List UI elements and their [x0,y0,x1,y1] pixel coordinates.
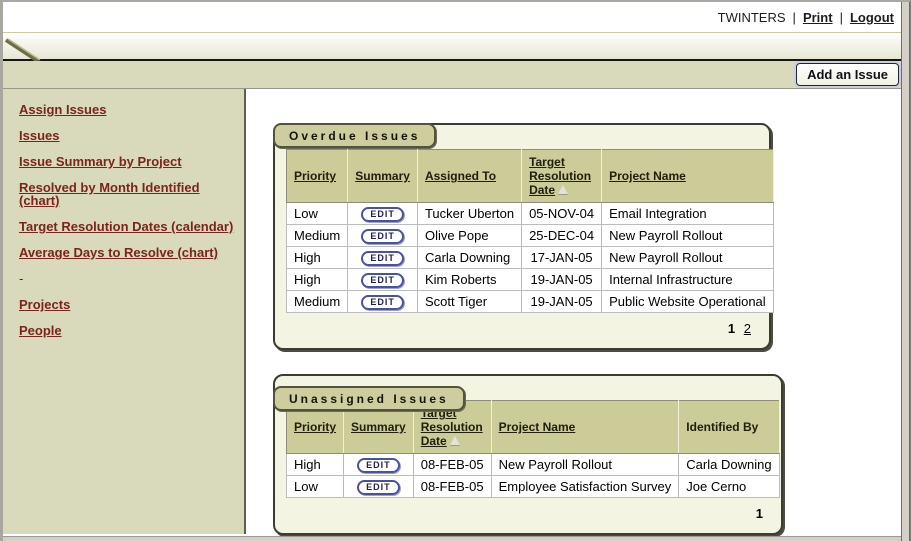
window-right-edge [901,2,910,541]
column-header-priority[interactable]: Priority [294,420,336,434]
table-row: Medium EDIT Scott Tiger 19-JAN-05 Public… [287,291,774,313]
target-date-cell: 25-DEC-04 [522,225,602,247]
logout-link[interactable]: Logout [850,10,894,25]
diagonal-decoration [3,33,63,61]
sidebar-item-projects[interactable]: Projects [19,298,236,311]
project-name-cell: New Payroll Rollout [491,454,679,476]
table-row: Low EDIT Tucker Uberton 05-NOV-04 Email … [287,203,774,225]
priority-cell: High [287,269,348,291]
unassigned-issues-table: Priority Summary Target Resolution Date … [286,400,780,498]
separator: | [793,10,796,25]
sort-ascending-icon [558,185,568,194]
sort-ascending-icon [450,436,460,445]
unassigned-issues-title: Unassigned Issues [273,386,465,411]
overdue-issues-title: Overdue Issues [273,123,436,148]
sidebar-nav: Assign Issues Issues Issue Summary by Pr… [3,89,246,534]
overdue-issues-table: Priority Summary Assigned To Target Reso… [286,149,774,313]
assigned-to-cell: Carla Downing [417,247,521,269]
sidebar-item-dash[interactable]: - [19,272,236,285]
identified-by-cell: Joe Cerno [679,476,779,498]
add-an-issue-button[interactable]: Add an Issue [796,63,899,86]
table-row: High EDIT Kim Roberts 19-JAN-05 Internal… [287,269,774,291]
edit-button[interactable]: EDIT [361,229,404,244]
app-window: TWINTERS | Print | Logout Add an Issue A… [0,0,911,541]
target-date-cell: 08-FEB-05 [413,454,491,476]
username-label: TWINTERS [718,10,786,25]
main-content: Overdue Issues Priority Summary Assigned… [246,89,910,534]
window-bottom-edge [3,536,901,541]
overdue-issues-panel: Priority Summary Assigned To Target Reso… [273,123,771,350]
edit-button[interactable]: EDIT [361,295,404,310]
project-name-cell: Email Integration [602,203,774,225]
target-date-cell: 19-JAN-05 [522,291,602,313]
assigned-to-cell: Scott Tiger [417,291,521,313]
page-2-link[interactable]: 2 [744,321,751,336]
priority-cell: Medium [287,225,348,247]
project-name-cell: New Payroll Rollout [602,225,774,247]
current-page-label: 1 [756,506,763,521]
edit-button[interactable]: EDIT [361,251,404,266]
priority-cell: High [287,454,344,476]
banner [3,33,910,61]
target-date-cell: 19-JAN-05 [522,269,602,291]
priority-cell: Low [287,476,344,498]
table-row: Low EDIT 08-FEB-05 Employee Satisfaction… [287,476,780,498]
overdue-issues-region: Overdue Issues Priority Summary Assigned… [273,123,910,350]
sidebar-item-target-resolution-calendar[interactable]: Target Resolution Dates (calendar) [19,220,236,233]
sidebar-item-issue-summary-by-project[interactable]: Issue Summary by Project [19,155,236,168]
column-header-identified-by: Identified By [686,420,758,434]
target-date-cell: 17-JAN-05 [522,247,602,269]
priority-cell: High [287,247,348,269]
assigned-to-cell: Tucker Uberton [417,203,521,225]
top-bar: TWINTERS | Print | Logout [3,2,910,33]
edit-button[interactable]: EDIT [361,207,404,222]
target-date-cell: 08-FEB-05 [413,476,491,498]
unassigned-issues-region: Unassigned Issues Priority Summary Targe… [273,374,910,535]
sidebar-item-resolved-by-month-chart[interactable]: Resolved by Month Identified (chart) [19,181,236,207]
edit-button[interactable]: EDIT [357,458,400,473]
edit-button[interactable]: EDIT [357,480,400,495]
project-name-cell: Internal Infrastructure [602,269,774,291]
edit-button[interactable]: EDIT [361,273,404,288]
sidebar-item-people[interactable]: People [19,324,236,337]
assigned-to-cell: Kim Roberts [417,269,521,291]
separator: | [840,10,843,25]
table-row: High EDIT Carla Downing 17-JAN-05 New Pa… [287,247,774,269]
priority-cell: Low [287,203,348,225]
print-link[interactable]: Print [803,10,833,25]
identified-by-cell: Carla Downing [679,454,779,476]
target-date-cell: 05-NOV-04 [522,203,602,225]
table-header-row: Priority Summary Assigned To Target Reso… [287,150,774,203]
column-header-project-name[interactable]: Project Name [499,420,576,434]
column-header-priority[interactable]: Priority [294,169,336,183]
project-name-cell: Employee Satisfaction Survey [491,476,679,498]
sidebar-item-issues[interactable]: Issues [19,129,236,142]
column-header-project-name[interactable]: Project Name [609,169,686,183]
column-header-assigned-to[interactable]: Assigned To [425,169,496,183]
unassigned-pagination: 1 [286,506,771,521]
priority-cell: Medium [287,291,348,313]
project-name-cell: Public Website Operational [602,291,774,313]
assigned-to-cell: Olive Pope [417,225,521,247]
action-strip: Add an Issue [3,61,910,89]
table-row: High EDIT 08-FEB-05 New Payroll Rollout … [287,454,780,476]
overdue-pagination: 1 2 [286,321,759,336]
current-page-label: 1 [728,321,735,336]
sidebar-item-average-days-chart[interactable]: Average Days to Resolve (chart) [19,246,236,259]
project-name-cell: New Payroll Rollout [602,247,774,269]
table-row: Medium EDIT Olive Pope 25-DEC-04 New Pay… [287,225,774,247]
sidebar-item-assign-issues[interactable]: Assign Issues [19,103,236,116]
column-header-summary[interactable]: Summary [351,420,406,434]
column-header-summary[interactable]: Summary [355,169,410,183]
